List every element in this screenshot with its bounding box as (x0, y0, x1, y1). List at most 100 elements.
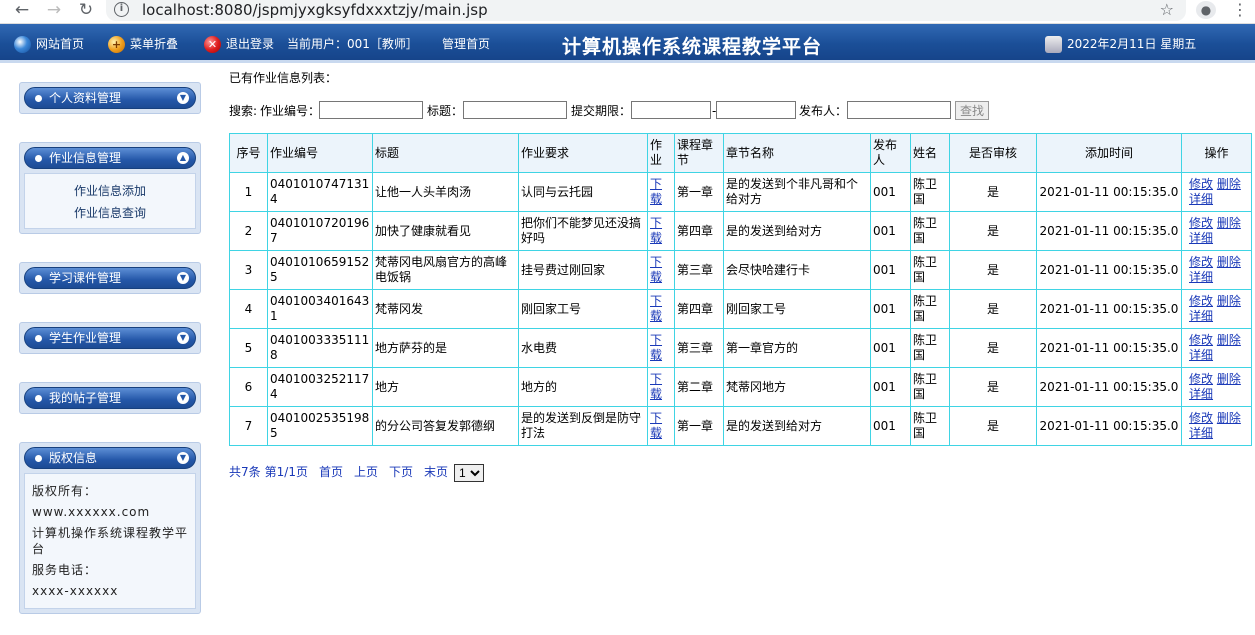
cell-title: 地方萨芬的是 (372, 328, 519, 368)
cell-chapter-name: 第一章官方的 (723, 328, 871, 368)
edit-link[interactable]: 修改 (1189, 294, 1213, 308)
delete-link[interactable]: 删除 (1217, 294, 1241, 308)
url-text[interactable]: localhost:8080/jspmjyxgksyfdxxxtzjy/main… (142, 0, 488, 20)
logout-link[interactable]: ✕ 退出登录 (204, 35, 274, 53)
delete-link[interactable]: 删除 (1217, 177, 1241, 191)
admin-home-link[interactable]: 管理首页 (442, 35, 490, 53)
sidebar-header-copyright[interactable]: 版权信息 ▼ (24, 447, 196, 469)
cell-file: 下载 (647, 406, 675, 446)
delete-link[interactable]: 删除 (1217, 216, 1241, 230)
more-menu-icon[interactable]: ⋮ (1232, 0, 1248, 20)
chevron-down-icon[interactable]: ▼ (177, 272, 189, 284)
edit-link[interactable]: 修改 (1189, 333, 1213, 347)
cell-chapter: 第三章 (674, 250, 724, 290)
sidebar-header-homework[interactable]: 作业信息管理 ▲ (24, 147, 196, 169)
download-link[interactable]: 下载 (650, 333, 662, 362)
download-link[interactable]: 下载 (650, 372, 662, 401)
edit-link[interactable]: 修改 (1189, 372, 1213, 386)
detail-link[interactable]: 详细 (1189, 426, 1213, 440)
bullet-icon (35, 95, 42, 102)
deadline-end-input[interactable] (716, 101, 796, 119)
deadline-start-input[interactable] (631, 101, 711, 119)
detail-link[interactable]: 详细 (1189, 387, 1213, 401)
download-link[interactable]: 下载 (650, 255, 662, 284)
table-row: 1 04010107471314 让他一人头羊肉汤 认同与云托园 下载 第一章 是的发送到个… (229, 172, 1252, 212)
delete-link[interactable]: 删除 (1217, 255, 1241, 269)
bookmark-star-icon[interactable]: ☆ (1160, 0, 1174, 20)
cell-title: 地方 (372, 367, 519, 407)
sidebar-header-label: 版权信息 (49, 451, 98, 465)
menu-homework-query[interactable]: 作业信息查询 (31, 202, 189, 224)
chevron-up-icon[interactable]: ▲ (177, 152, 189, 164)
cell-actions: 修改 删除 详细 (1181, 250, 1252, 290)
download-link[interactable]: 下载 (650, 216, 662, 245)
delete-link[interactable]: 删除 (1217, 411, 1241, 425)
cell-name: 陈卫国 (910, 250, 950, 290)
bullet-icon (35, 335, 42, 342)
detail-link[interactable]: 详细 (1189, 192, 1213, 206)
detail-link[interactable]: 详细 (1189, 348, 1213, 362)
profile-icon[interactable]: ● (1196, 1, 1216, 19)
menu-collapse-label: 菜单折叠 (130, 37, 179, 51)
site-title: 计算机操作系统课程教学平台 (562, 36, 823, 58)
page-select[interactable]: 1 (454, 463, 485, 482)
logout-label: 退出登录 (226, 37, 275, 51)
edit-link[interactable]: 修改 (1189, 411, 1213, 425)
pager-first[interactable]: 首页 (319, 465, 343, 479)
chevron-down-icon[interactable]: ▼ (177, 392, 189, 404)
pager-next[interactable]: 下页 (389, 465, 413, 479)
cell-title: 梵蒂冈电风扇官方的高峰电饭锅 (372, 250, 519, 290)
sidebar-header-personal[interactable]: 个人资料管理 ▼ (24, 87, 196, 109)
detail-link[interactable]: 详细 (1189, 309, 1213, 323)
cell-actions: 修改 删除 详细 (1181, 172, 1252, 212)
chevron-down-icon[interactable]: ▼ (177, 452, 189, 464)
bullet-icon (35, 275, 42, 282)
download-link[interactable]: 下载 (650, 411, 662, 440)
back-icon[interactable]: ← (10, 0, 34, 20)
menu-collapse-link[interactable]: + 菜单折叠 (108, 35, 178, 53)
sidebar-header-student-hw[interactable]: 学生作业管理 ▼ (24, 327, 196, 349)
cell-time: 2021-01-11 00:15:35.0 (1036, 250, 1182, 290)
address-bar[interactable]: i localhost:8080/jspmjyxgksyfdxxxtzjy/ma… (106, 0, 1186, 21)
bullet-icon (35, 455, 42, 462)
delete-link[interactable]: 删除 (1217, 333, 1241, 347)
edit-link[interactable]: 修改 (1189, 177, 1213, 191)
header-chapter-name: 章节名称 (723, 133, 871, 173)
menu-homework-add[interactable]: 作业信息添加 (31, 180, 189, 202)
cell-no: 7 (229, 406, 268, 446)
cell-code: 04010033351118 (267, 328, 373, 368)
cell-chapter-name: 是的发送到给对方 (723, 211, 871, 251)
chevron-down-icon[interactable]: ▼ (177, 92, 189, 104)
header-no: 序号 (229, 133, 268, 173)
copyright-site: www.xxxxxx.com (32, 505, 151, 519)
cell-file: 下载 (647, 328, 675, 368)
reload-icon[interactable]: ↻ (74, 0, 98, 20)
title-input[interactable] (463, 101, 567, 119)
site-home-link[interactable]: 网站首页 (14, 35, 84, 53)
cell-actions: 修改 删除 详细 (1181, 289, 1252, 329)
download-link[interactable]: 下载 (650, 177, 662, 206)
download-link[interactable]: 下载 (650, 294, 662, 323)
search-button[interactable]: 查找 (955, 101, 990, 120)
sidebar-header-courseware[interactable]: 学习课件管理 ▼ (24, 267, 196, 289)
publisher-input[interactable] (847, 101, 951, 119)
forward-icon[interactable]: → (42, 0, 66, 20)
chevron-down-icon[interactable]: ▼ (177, 332, 189, 344)
sidebar-header-posts[interactable]: 我的帖子管理 ▼ (24, 387, 196, 409)
pager-prev[interactable]: 上页 (354, 465, 378, 479)
pager-last[interactable]: 末页 (424, 465, 448, 479)
site-info-icon[interactable]: i (114, 2, 129, 17)
date-text: 2022年2月11日 星期五 (1067, 37, 1197, 51)
edit-link[interactable]: 修改 (1189, 216, 1213, 230)
x-icon: ✕ (204, 36, 221, 53)
edit-link[interactable]: 修改 (1189, 255, 1213, 269)
header-time: 添加时间 (1036, 133, 1182, 173)
delete-link[interactable]: 删除 (1217, 372, 1241, 386)
cell-file: 下载 (647, 289, 675, 329)
cell-title: 的分公司答复发郭德纲 (372, 406, 519, 446)
detail-link[interactable]: 详细 (1189, 231, 1213, 245)
code-input[interactable] (319, 101, 423, 119)
cell-req: 地方的 (518, 367, 648, 407)
cell-audited: 是 (949, 250, 1037, 290)
detail-link[interactable]: 详细 (1189, 270, 1213, 284)
